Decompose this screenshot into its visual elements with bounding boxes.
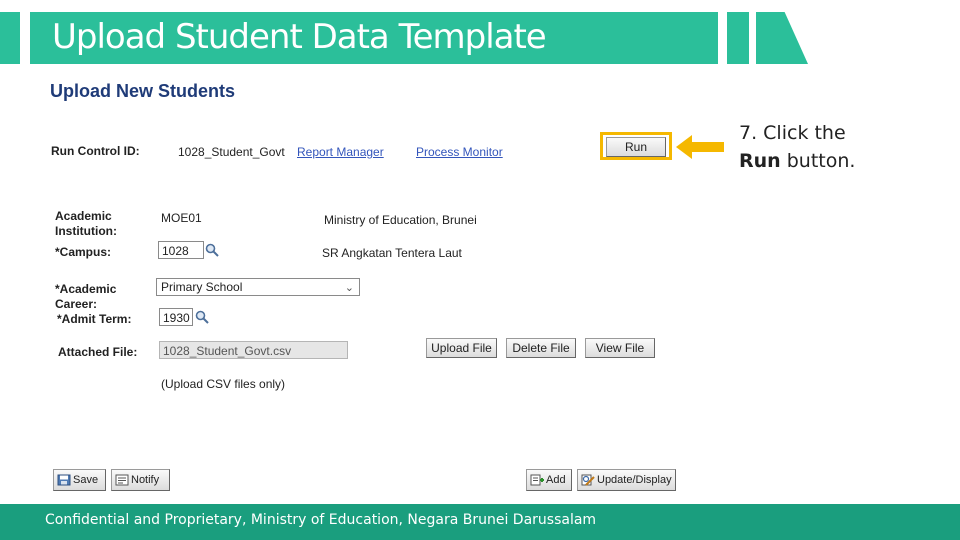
attached-file-label: Attached File: [58,345,138,359]
academic-career-select[interactable]: Primary School ⌄ [156,278,360,296]
report-manager-link[interactable]: Report Manager [297,145,384,159]
academic-institution-label: Academic Institution: [55,209,117,239]
run-control-label: Run Control ID: [51,144,140,158]
save-icon [57,474,71,486]
update-display-label: Update/Display [597,474,672,486]
admit-term-lookup-icon[interactable] [195,310,209,324]
run-button[interactable]: Run [606,137,666,157]
academic-institution-code: MOE01 [161,211,202,225]
banner-decoration-slant [756,12,808,64]
arrow-left-icon [676,135,724,159]
academic-career-value: Primary School [161,280,243,294]
add-label: Add [546,474,566,486]
slide-title: Upload Student Data Template [52,17,547,57]
upload-hint: (Upload CSV files only) [161,377,286,391]
upload-file-button[interactable]: Upload File [426,338,497,358]
campus-input[interactable]: 1028 [158,241,204,259]
instruction-text: 7. Click the Run button. [739,119,855,175]
attached-file-field: 1028_Student_Govt.csv [159,341,348,359]
update-display-button[interactable]: Update/Display [577,469,676,491]
add-button[interactable]: Add [526,469,572,491]
update-display-icon [581,474,595,486]
academic-institution-label-2: Institution: [55,224,117,238]
save-button[interactable]: Save [53,469,106,491]
instruction-step: 7. Click the [739,122,846,144]
academic-career-label: *Academic Career: [55,282,116,312]
admit-term-input[interactable]: 1930 [159,308,193,326]
notify-icon [115,474,129,486]
academic-career-label-2: Career: [55,297,98,311]
chevron-down-icon: ⌄ [344,282,354,294]
banner-decoration [727,12,749,64]
delete-file-button[interactable]: Delete File [506,338,576,358]
save-label: Save [73,474,99,486]
add-icon [530,474,544,486]
run-control-id: 1028_Student_Govt [178,145,285,159]
admit-term-label: *Admit Term: [57,312,132,326]
academic-career-label-1: *Academic [55,282,117,296]
notify-button[interactable]: Notify [111,469,170,491]
instruction-bold: Run [739,150,781,172]
view-file-button[interactable]: View File [585,338,655,358]
footer-text: Confidential and Proprietary, Ministry o… [45,512,597,528]
notify-label: Notify [131,474,160,486]
banner-gap [20,12,30,64]
campus-label: *Campus: [55,245,112,259]
instruction-rest: button. [786,150,856,172]
campus-description: SR Angkatan Tentera Laut [322,246,462,260]
page-title: Upload New Students [50,81,236,101]
process-monitor-link[interactable]: Process Monitor [416,145,503,159]
academic-institution-description: Ministry of Education, Brunei [324,213,477,227]
academic-institution-label-1: Academic [55,209,112,223]
campus-lookup-icon[interactable] [205,243,219,257]
